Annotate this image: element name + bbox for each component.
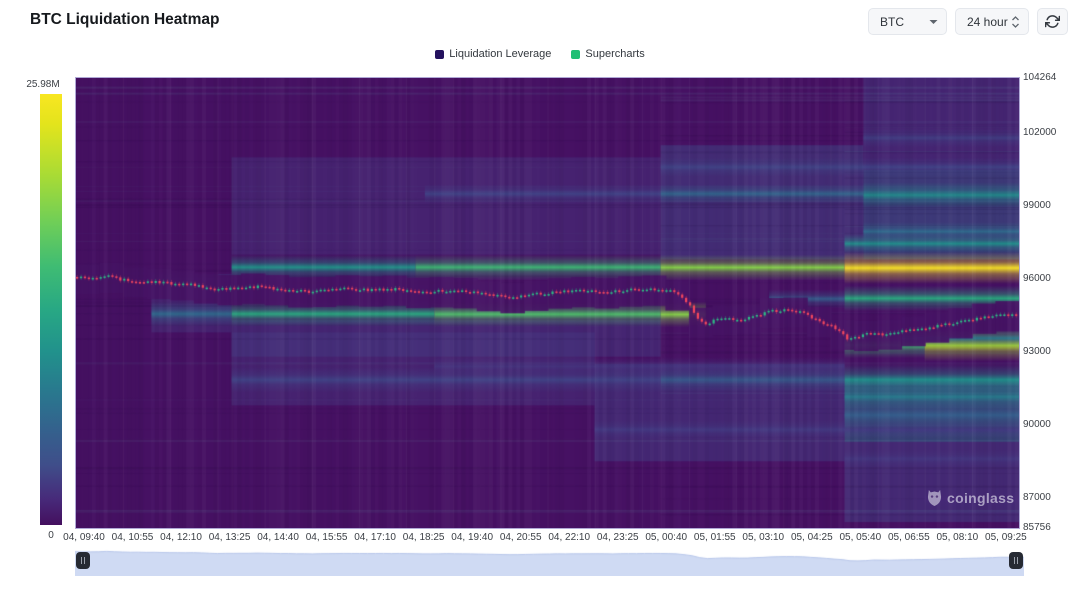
- page-title: BTC Liquidation Heatmap: [30, 11, 219, 29]
- price-tick-label: 99000: [1023, 200, 1051, 211]
- time-tick-label: 04, 22:10: [548, 532, 590, 543]
- time-tick-label: 04, 18:25: [403, 532, 445, 543]
- legend-swatch-purple: [435, 50, 444, 59]
- refresh-button[interactable]: [1037, 8, 1068, 35]
- legend-label: Liquidation Leverage: [449, 48, 551, 60]
- time-tick-label: 04, 09:40: [63, 532, 105, 543]
- time-tick-label: 05, 08:10: [937, 532, 979, 543]
- time-tick-label: 05, 03:10: [742, 532, 784, 543]
- legend-label: Supercharts: [585, 48, 644, 60]
- time-tick-label: 04, 17:10: [354, 532, 396, 543]
- interval-select[interactable]: 24 hour: [955, 8, 1029, 35]
- chevron-up-down-icon: [1011, 15, 1020, 29]
- price-tick-label: 104264: [1023, 72, 1056, 83]
- colorbar-max-label: 25.98M: [22, 79, 64, 90]
- header-controls: BTC 24 hour: [868, 8, 1068, 35]
- liquidation-heatmap-canvas[interactable]: [75, 77, 1020, 529]
- legend-item-supercharts[interactable]: Supercharts: [571, 48, 644, 60]
- price-tick-label: 96000: [1023, 273, 1051, 284]
- time-axis: 04, 09:40 04, 10:55 04, 12:10 04, 13:25 04, …: [0, 532, 1080, 545]
- time-tick-label: 05, 04:25: [791, 532, 833, 543]
- legend-item-liquidation-leverage[interactable]: Liquidation Leverage: [435, 48, 551, 60]
- chevron-down-icon: [929, 19, 938, 25]
- time-tick-label: 04, 19:40: [451, 532, 493, 543]
- time-tick-label: 04, 14:40: [257, 532, 299, 543]
- legend-swatch-green: [571, 50, 580, 59]
- navigator-minimap[interactable]: [75, 548, 1024, 576]
- symbol-select-value: BTC: [880, 15, 904, 29]
- time-tick-label: 04, 13:25: [209, 532, 251, 543]
- time-tick-label: 05, 01:55: [694, 532, 736, 543]
- price-tick-label: 102000: [1023, 127, 1056, 138]
- liquidation-heatmap-page: BTC Liquidation Heatmap BTC 24 hour Liqu…: [0, 0, 1080, 595]
- time-tick-label: 05, 05:40: [839, 532, 881, 543]
- time-tick-label: 05, 09:25: [985, 532, 1027, 543]
- price-tick-label: 93000: [1023, 346, 1051, 357]
- symbol-select[interactable]: BTC: [868, 8, 947, 35]
- time-tick-label: 05, 06:55: [888, 532, 930, 543]
- time-tick-label: 04, 12:10: [160, 532, 202, 543]
- time-tick-label: 04, 10:55: [112, 532, 154, 543]
- refresh-icon: [1045, 14, 1060, 29]
- price-tick-label: 87000: [1023, 492, 1051, 503]
- colorbar: [40, 94, 62, 525]
- price-tick-label: 90000: [1023, 419, 1051, 430]
- time-tick-label: 05, 00:40: [645, 532, 687, 543]
- chart-legend: Liquidation Leverage Supercharts: [0, 48, 1080, 60]
- time-tick-label: 04, 23:25: [597, 532, 639, 543]
- time-tick-label: 04, 15:55: [306, 532, 348, 543]
- time-tick-label: 04, 20:55: [500, 532, 542, 543]
- navigator-left-handle[interactable]: [76, 552, 90, 569]
- navigator-right-handle[interactable]: [1009, 552, 1023, 569]
- interval-select-value: 24 hour: [967, 15, 1008, 29]
